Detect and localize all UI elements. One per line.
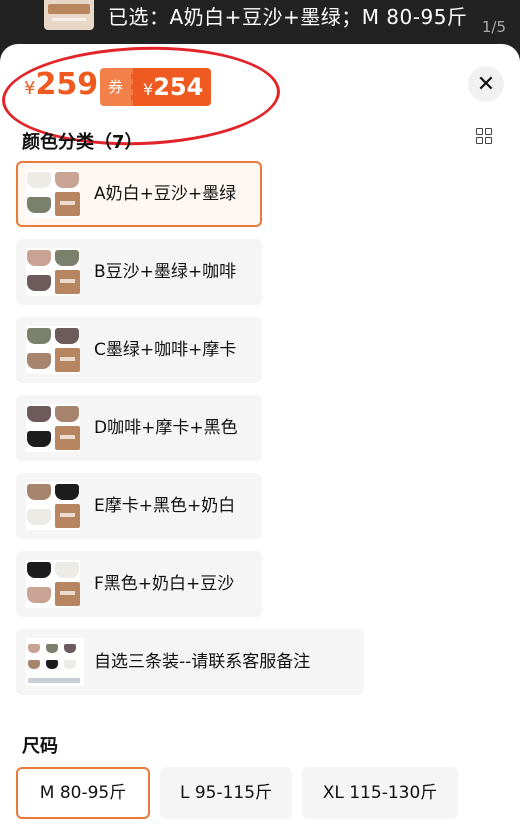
- color-option-label: D咖啡+摩卡+黑色: [94, 418, 238, 438]
- selected-summary: 已选：A奶白+豆沙+墨绿；M 80-95斤: [108, 5, 468, 29]
- image-pager: 1/5: [481, 18, 506, 36]
- color-option-thumbnail: [26, 248, 80, 296]
- color-option-label: F黑色+奶白+豆沙: [94, 574, 235, 594]
- color-option-label: E摩卡+黑色+奶白: [94, 496, 236, 516]
- color-option-thumbnail: [26, 560, 80, 608]
- grid-view-icon[interactable]: [476, 128, 492, 144]
- color-option-thumbnail: [26, 170, 80, 218]
- size-option[interactable]: L 95-115斤: [160, 767, 292, 819]
- color-option-thumbnail: [26, 482, 80, 530]
- color-option[interactable]: B豆沙+墨绿+咖啡: [16, 239, 262, 305]
- size-option[interactable]: XL 115-130斤: [302, 767, 458, 819]
- color-option[interactable]: E摩卡+黑色+奶白: [16, 473, 262, 539]
- color-option-label: C墨绿+咖啡+摩卡: [94, 340, 237, 360]
- color-option-label: B豆沙+墨绿+咖啡: [94, 262, 237, 282]
- color-option-thumbnail: [26, 638, 84, 686]
- sku-sheet: ¥259 券后 ¥254 ✕ 颜色分类（7） A奶白+豆沙+墨绿B豆沙+墨绿+咖…: [0, 44, 520, 825]
- color-option-thumbnail: [26, 326, 80, 374]
- color-option-label: A奶白+豆沙+墨绿: [94, 184, 237, 204]
- selected-product-thumbnail: [44, 0, 94, 30]
- close-button[interactable]: ✕: [468, 66, 504, 102]
- color-option[interactable]: 自选三条装--请联系客服备注: [16, 629, 364, 695]
- color-option[interactable]: C墨绿+咖啡+摩卡: [16, 317, 262, 383]
- color-section-title: 颜色分类（7）: [22, 132, 143, 153]
- color-option[interactable]: F黑色+奶白+豆沙: [16, 551, 262, 617]
- size-option[interactable]: M 80-95斤: [16, 767, 150, 819]
- color-option[interactable]: A奶白+豆沙+墨绿: [16, 161, 262, 227]
- color-option-label: 自选三条装--请联系客服备注: [94, 652, 311, 672]
- color-option[interactable]: D咖啡+摩卡+黑色: [16, 395, 262, 461]
- close-icon: ✕: [476, 71, 496, 97]
- color-option-thumbnail: [26, 404, 80, 452]
- size-section-title: 尺码: [22, 736, 58, 757]
